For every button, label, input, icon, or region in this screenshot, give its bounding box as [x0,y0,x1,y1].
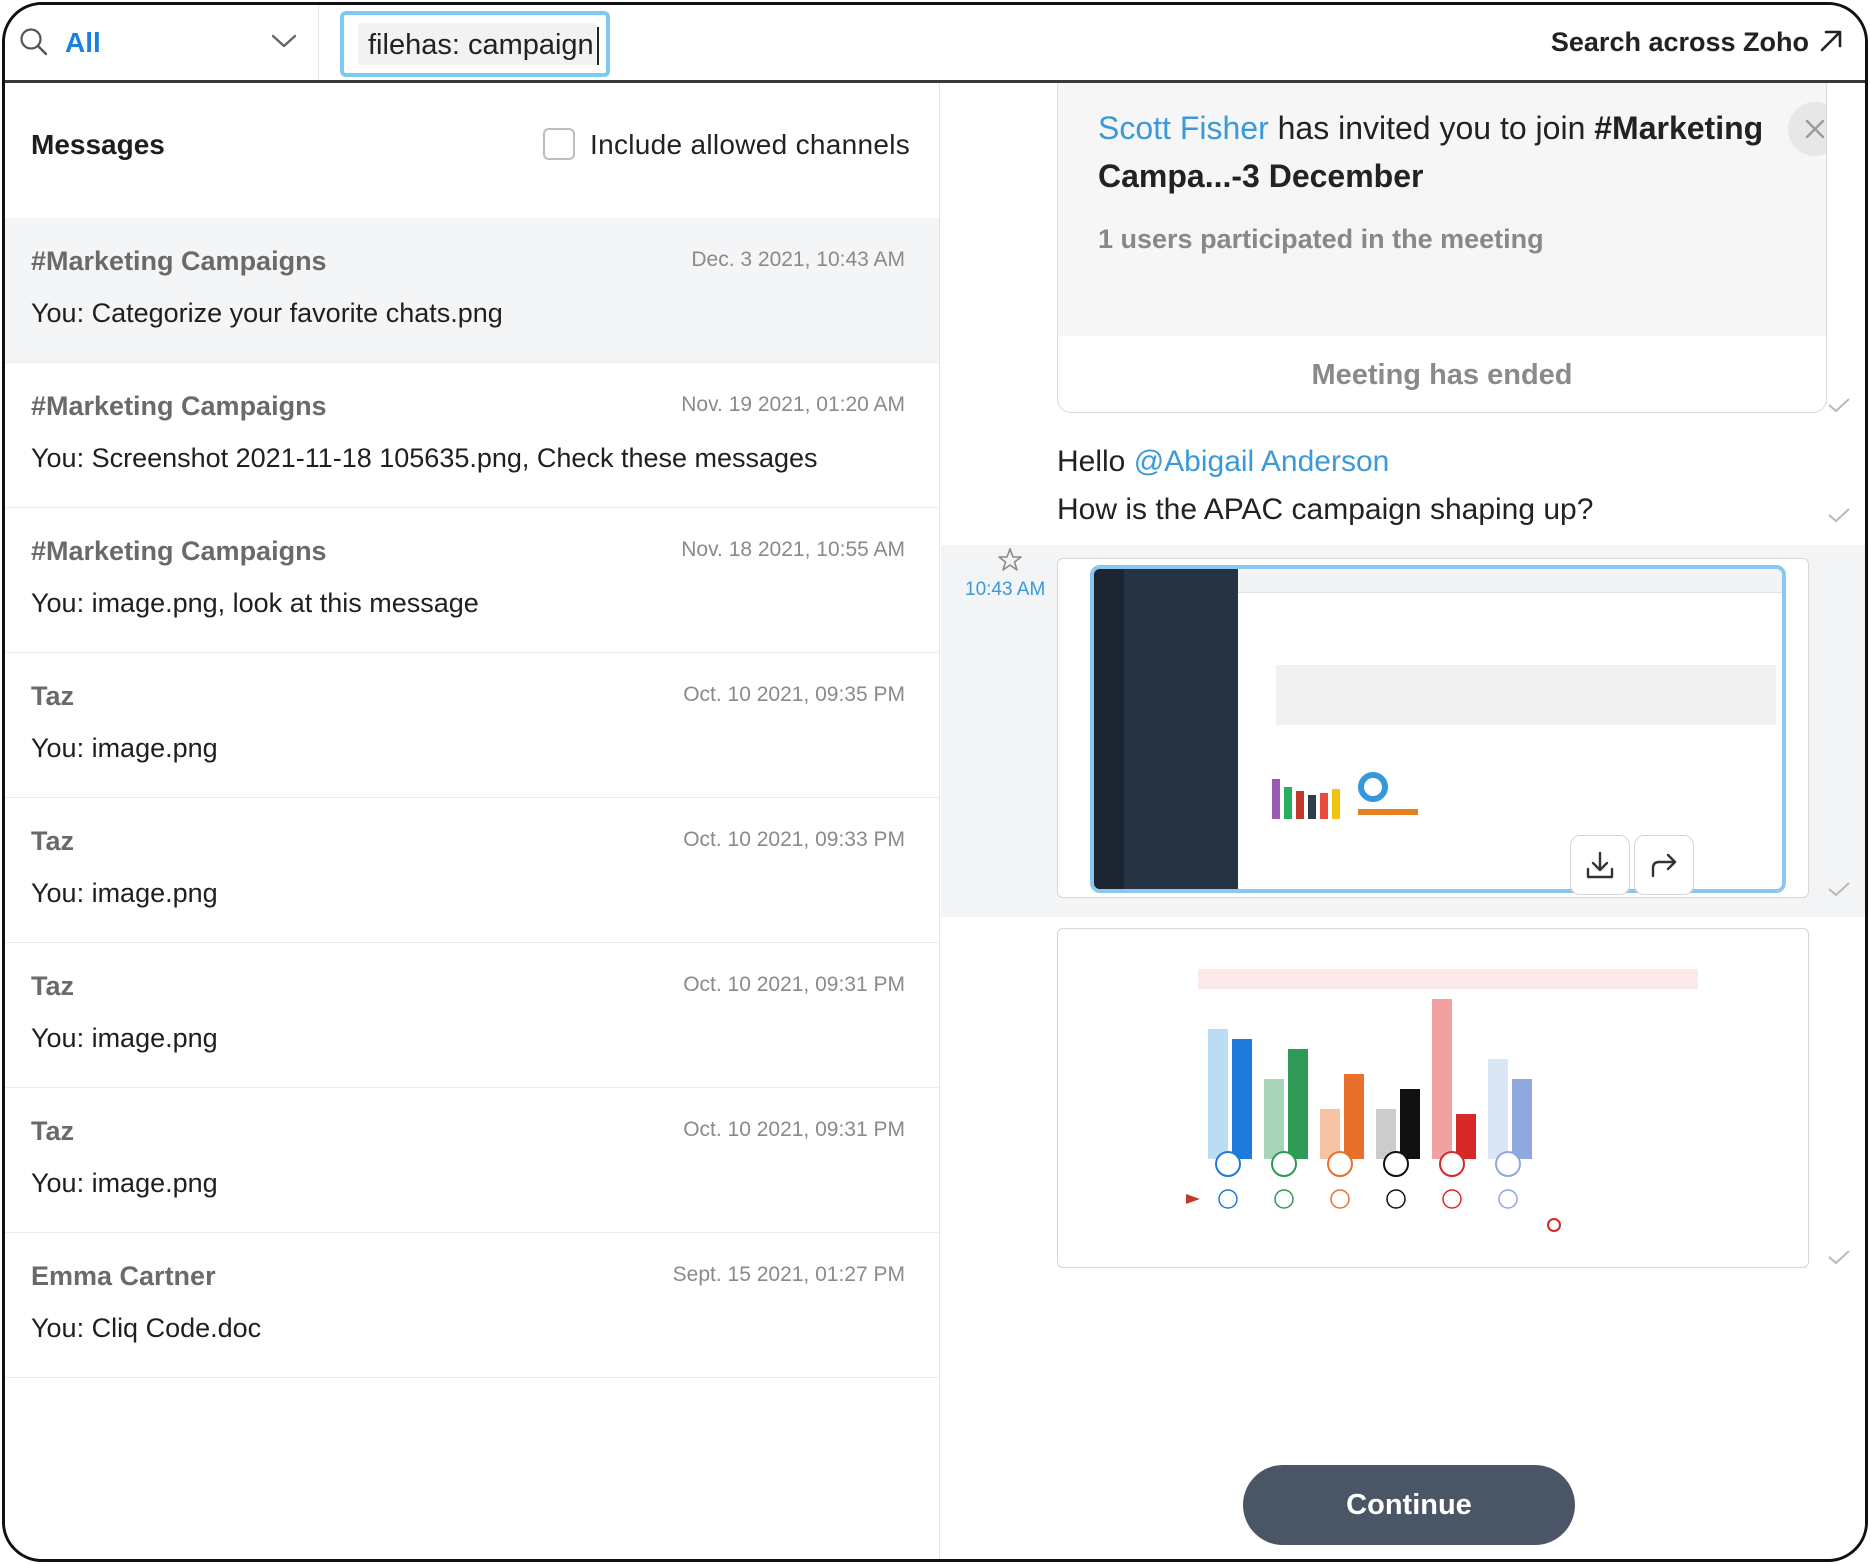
include-allowed-channels-checkbox[interactable] [543,128,575,160]
result-title: Taz [31,826,75,856]
result-message: You: image.png [31,1168,218,1198]
result-item[interactable]: #Marketing Campaigns Nov. 18 2021, 10:55… [5,508,939,653]
results-header: Messages Include allowed channels [5,83,939,218]
star-icon[interactable] [997,547,1023,573]
result-item[interactable]: Taz Oct. 10 2021, 09:31 PM You: image.pn… [5,1088,939,1233]
meeting-ended-label: Meeting has ended [1311,359,1573,391]
result-message: You: image.png [31,1023,218,1053]
result-time: Oct. 10 2021, 09:33 PM [683,828,905,851]
result-time: Oct. 10 2021, 09:31 PM [683,1118,905,1141]
mention-link[interactable]: @Abigail Anderson [1134,445,1390,478]
result-time: Oct. 10 2021, 09:35 PM [683,683,905,706]
download-button[interactable] [1570,835,1630,895]
external-link-icon[interactable] [1817,27,1845,55]
meeting-channel-rest: Campa...-3 December [1098,158,1424,194]
result-message: You: image.png [31,878,218,908]
check-icon [1828,882,1850,897]
text-caret [597,27,599,65]
result-message: You: Cliq Code.doc [31,1313,262,1343]
result-message: You: image.png [31,733,218,763]
meeting-channel: #Marketing [1594,110,1764,146]
search-scope-label: All [65,27,101,58]
search-icon [20,28,48,56]
result-title: Emma Cartner [31,1261,216,1291]
close-button[interactable] [1788,102,1826,156]
result-title: Taz [31,971,75,1001]
forward-button[interactable] [1634,835,1694,895]
result-title: #Marketing Campaigns [31,536,327,566]
search-across-zoho-link[interactable]: Search across Zoho [1551,27,1809,58]
result-message: You: Screenshot 2021-11-18 105635.png, C… [31,443,818,473]
include-allowed-channels-label[interactable]: Include allowed channels [590,129,910,161]
inviter-link[interactable]: Scott Fisher [1098,110,1269,146]
results-title: Messages [31,129,165,160]
results-list: #Marketing Campaigns Dec. 3 2021, 10:43 … [5,218,939,1378]
result-time: Nov. 18 2021, 10:55 AM [681,538,905,561]
meeting-participants: 1 users participated in the meeting [1098,224,1544,254]
image-attachment-screenshot[interactable] [1057,558,1809,898]
chevron-down-icon [271,34,297,48]
result-item[interactable]: Taz Oct. 10 2021, 09:33 PM You: image.pn… [5,798,939,943]
message-hello: Hello @Abigail Anderson [1057,445,1390,478]
result-item[interactable]: #Marketing Campaigns Dec. 3 2021, 10:43 … [5,218,939,363]
chart-image-thumbnail [1186,969,1698,1232]
result-time: Nov. 19 2021, 01:20 AM [681,393,905,416]
search-results-panel: Messages Include allowed channels #Marke… [5,83,940,1559]
result-item[interactable]: Emma Cartner Sept. 15 2021, 01:27 PM You… [5,1233,939,1378]
download-icon [1586,851,1614,879]
result-message: You: image.png, look at this message [31,588,479,618]
result-message: You: Categorize your favorite chats.png [31,298,503,328]
result-time: Dec. 3 2021, 10:43 AM [691,248,905,271]
search-scope-dropdown[interactable]: All [5,5,319,80]
close-icon [1805,119,1825,139]
mini-bar-chart-icon [1272,772,1418,819]
check-icon [1828,508,1850,523]
result-title: #Marketing Campaigns [31,246,327,276]
check-icon [1828,398,1850,413]
result-title: Taz [31,681,75,711]
result-title: Taz [31,1116,75,1146]
image-attachment-chart[interactable] [1057,928,1809,1268]
result-title: #Marketing Campaigns [31,391,327,421]
search-input[interactable]: filehas: campaign [340,11,610,77]
message-question: How is the APAC campaign shaping up? [1057,493,1594,526]
forward-icon [1651,853,1677,878]
result-time: Sept. 15 2021, 01:27 PM [672,1263,905,1286]
search-query-text: filehas: campaign [368,29,594,61]
result-item[interactable]: Taz Oct. 10 2021, 09:31 PM You: image.pn… [5,943,939,1088]
message-time: 10:43 AM [965,579,1046,600]
meeting-invite-text: Scott Fisher has invited you to join #Ma… [1098,110,1764,146]
result-time: Oct. 10 2021, 09:31 PM [683,973,905,996]
result-item[interactable]: Taz Oct. 10 2021, 09:35 PM You: image.pn… [5,653,939,798]
result-item[interactable]: #Marketing Campaigns Nov. 19 2021, 01:20… [5,363,939,508]
meeting-invite-card: Scott Fisher has invited you to join #Ma… [1057,83,1827,413]
search-bar: All filehas: campaign Search across Zoho [5,5,1865,83]
continue-button[interactable]: Continue [1243,1465,1575,1545]
check-icon [1828,1250,1850,1265]
conversation-preview: Scott Fisher has invited you to join #Ma… [941,83,1865,1559]
app-window: All filehas: campaign Search across Zoho… [2,2,1868,1562]
